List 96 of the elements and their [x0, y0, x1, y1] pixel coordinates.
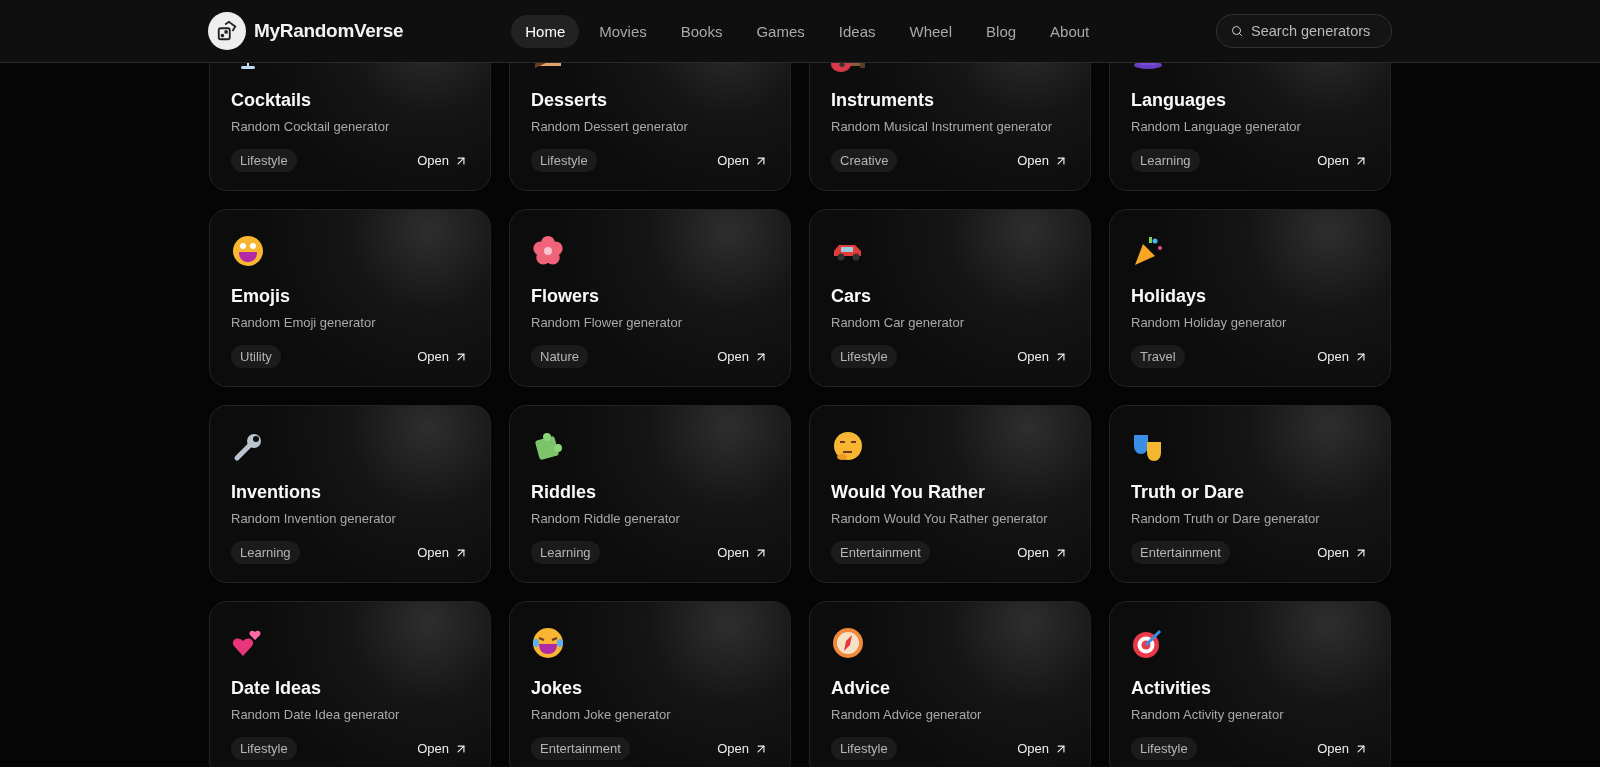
open-link[interactable]: Open	[417, 545, 468, 560]
generator-card[interactable]: Holidays Random Holiday generator Travel Open	[1109, 209, 1391, 387]
search-field[interactable]: Search generators	[1216, 14, 1392, 48]
category-tag: Utility	[231, 345, 281, 368]
nav-link[interactable]: Ideas	[824, 14, 890, 48]
generator-card[interactable]: Instruments Random Musical Instrument generator Creative Open	[809, 63, 1091, 191]
generator-card[interactable]: Emojis Random Emoji generator Utility Open	[209, 209, 491, 387]
nav-link[interactable]: About	[1036, 14, 1104, 48]
card-title: Jokes	[531, 678, 584, 699]
card-title: Activities	[1131, 678, 1213, 699]
card-description: Random Invention generator	[231, 511, 397, 526]
card-description: Random Language generator	[1131, 119, 1302, 134]
smiley-icon	[231, 234, 265, 268]
search-icon	[1231, 23, 1243, 39]
generator-card[interactable]: Languages Random Language generator Learning Open	[1109, 63, 1391, 191]
category-tag: Learning	[531, 541, 600, 564]
category-tag: Learning	[231, 541, 300, 564]
card-title: Desserts	[531, 90, 609, 111]
open-link[interactable]: Open	[1317, 153, 1368, 168]
category-tag: Lifestyle	[231, 737, 297, 760]
card-title: Emojis	[231, 286, 292, 307]
card-title: Instruments	[831, 90, 936, 111]
nav-link[interactable]: Blog	[972, 14, 1031, 48]
category-tag: Entertainment	[531, 737, 630, 760]
category-tag: Lifestyle	[1131, 737, 1197, 760]
open-link[interactable]: Open	[717, 349, 768, 364]
open-link[interactable]: Open	[717, 153, 768, 168]
open-link[interactable]: Open	[1317, 741, 1368, 756]
generator-card[interactable]: Inventions Random Invention generator Learning Open	[209, 405, 491, 583]
card-title: Riddles	[531, 482, 597, 503]
compass-icon	[831, 626, 865, 660]
card-title: Inventions	[231, 482, 322, 503]
open-link[interactable]: Open	[1317, 349, 1368, 364]
card-title: Flowers	[531, 286, 601, 307]
open-link[interactable]: Open	[1017, 153, 1068, 168]
card-description: Random Flower generator	[531, 315, 684, 330]
open-link[interactable]: Open	[1317, 545, 1368, 560]
category-tag: Nature	[531, 345, 589, 368]
nav-link[interactable]: Home	[511, 14, 580, 48]
generator-card[interactable]: Would You Rather Random Would You Rather generator Entertainment Open	[809, 405, 1091, 583]
card-description: Random Holiday generator	[1131, 315, 1288, 330]
card-title: Cocktails	[231, 90, 313, 111]
category-tag: Lifestyle	[831, 737, 897, 760]
open-link[interactable]: Open	[417, 349, 468, 364]
search-input[interactable]: Search generators	[1251, 23, 1391, 39]
card-title: Holidays	[1131, 286, 1208, 307]
open-link[interactable]: Open	[417, 153, 468, 168]
generator-card[interactable]: Flowers Random Flower generator Nature Open	[509, 209, 791, 387]
open-link[interactable]: Open	[1017, 545, 1068, 560]
category-tag: Lifestyle	[831, 345, 897, 368]
generator-card[interactable]: Riddles Random Riddle generator Learning Open	[509, 405, 791, 583]
open-link[interactable]: Open	[717, 545, 768, 560]
card-description: Random Musical Instrument generator	[831, 119, 1054, 134]
brand-name[interactable]: MyRandomVerse	[254, 20, 404, 42]
card-title: Languages	[1131, 90, 1228, 111]
category-tag: Travel	[1131, 345, 1185, 368]
generator-card[interactable]: Desserts Random Dessert generator Lifestyle Open	[509, 63, 791, 191]
nav-link[interactable]: Books	[666, 14, 737, 48]
generator-card[interactable]: Date Ideas Random Date Idea generator Lifestyle Open	[209, 601, 491, 767]
category-tag: Lifestyle	[231, 149, 297, 172]
card-title: Advice	[831, 678, 892, 699]
generator-card[interactable]: Advice Random Advice generator Lifestyle Open	[809, 601, 1091, 767]
card-description: Random Riddle generator	[531, 511, 681, 526]
nav-link[interactable]: Movies	[585, 14, 661, 48]
card-description: Random Date Idea generator	[231, 707, 401, 722]
card-description: Random Would You Rather generator	[831, 511, 1049, 526]
card-description: Random Truth or Dare generator	[1131, 511, 1321, 526]
category-tag: Entertainment	[1131, 541, 1230, 564]
open-link[interactable]: Open	[1017, 741, 1068, 756]
open-link[interactable]: Open	[1017, 349, 1068, 364]
laughing-face-icon	[531, 626, 565, 660]
card-description: Random Activity generator	[1131, 707, 1285, 722]
nav-link[interactable]: Wheel	[895, 14, 967, 48]
generator-card[interactable]: Cars Random Car generator Lifestyle Open	[809, 209, 1091, 387]
open-link[interactable]: Open	[717, 741, 768, 756]
category-tag: Creative	[831, 149, 898, 172]
card-title: Cars	[831, 286, 873, 307]
card-description: Random Advice generator	[831, 707, 983, 722]
card-description: Random Joke generator	[531, 707, 672, 722]
open-link[interactable]: Open	[417, 741, 468, 756]
card-description: Random Car generator	[831, 315, 965, 330]
card-description: Random Cocktail generator	[231, 119, 391, 134]
generator-card[interactable]: Truth or Dare Random Truth or Dare generator Entertainment Open	[1109, 405, 1391, 583]
generator-card[interactable]: Jokes Random Joke generator Entertainment Open	[509, 601, 791, 767]
dice-logo-icon[interactable]	[208, 12, 246, 50]
generator-card[interactable]: Cocktails Random Cocktail generator Lifestyle Open	[209, 63, 491, 191]
nav-link[interactable]: Games	[742, 14, 819, 48]
card-title: Date Ideas	[231, 678, 323, 699]
card-title: Would You Rather	[831, 482, 986, 503]
card-description: Random Emoji generator	[231, 315, 377, 330]
category-tag: Learning	[1131, 149, 1200, 172]
category-tag: Lifestyle	[531, 149, 597, 172]
category-tag: Entertainment	[831, 541, 930, 564]
card-description: Random Dessert generator	[531, 119, 689, 134]
generator-card[interactable]: Activities Random Activity generator Lifestyle Open	[1109, 601, 1391, 767]
card-title: Truth or Dare	[1131, 482, 1246, 503]
